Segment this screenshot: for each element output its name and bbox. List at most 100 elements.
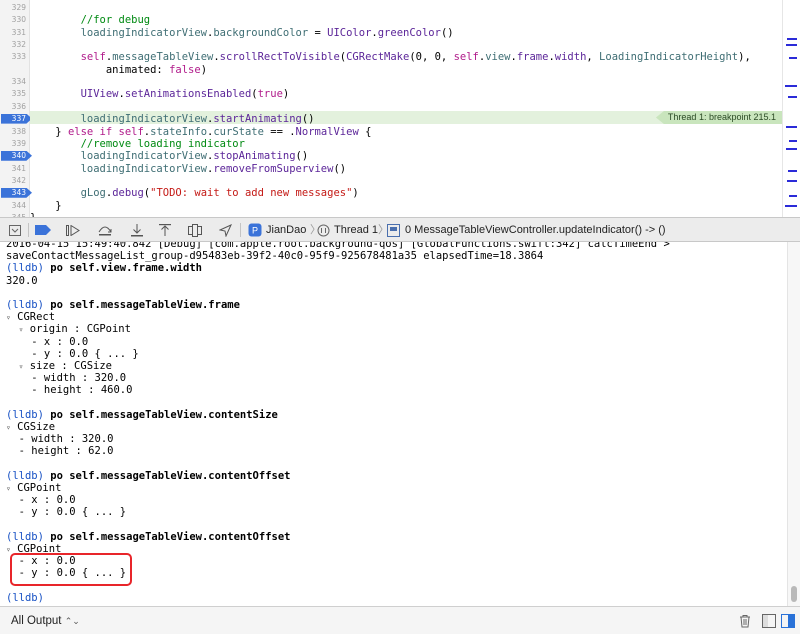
console-line: saveContactMessageList_group-d95483eb-39…	[6, 250, 543, 262]
console-line: ▿ CGPoint	[6, 482, 61, 494]
split-right-icon	[781, 613, 795, 628]
show-console-view-button[interactable]	[780, 612, 796, 629]
code-area[interactable]: //for debug loadingIndicatorView.backgro…	[30, 0, 782, 217]
code-editor[interactable]: 329 330 331 332 333 334 335 336 337 338 339 340 341 3…	[0, 0, 800, 217]
console-output-text: - y : 0.0 { ... }	[6, 506, 127, 519]
lldb-command: po self.messageTableView.contentOffset	[43, 530, 291, 543]
updown-chevron-icon: ⌃⌄	[64, 616, 80, 626]
app-target-icon-wrap: P	[246, 221, 264, 239]
line-number[interactable]: 334	[0, 76, 26, 88]
line-number[interactable]: 330	[0, 14, 26, 26]
line-number[interactable]: 342	[0, 175, 26, 187]
code-line[interactable]: //for debug	[30, 14, 782, 26]
console-output-text: - x : 0.0	[6, 494, 76, 507]
code-token: {	[358, 125, 372, 138]
code-token: }	[30, 199, 62, 212]
code-token: view	[485, 51, 511, 64]
continue-button[interactable]	[64, 221, 82, 239]
line-number[interactable]: 337	[0, 113, 26, 125]
code-line[interactable]: }	[30, 200, 782, 212]
breadcrumb-app[interactable]: JianDao	[266, 222, 306, 238]
hide-debug-area-button[interactable]	[6, 221, 24, 239]
code-token: width	[554, 51, 587, 64]
step-out-button[interactable]	[156, 221, 174, 239]
line-number[interactable]: 343	[0, 187, 26, 199]
minimap-mark	[788, 170, 797, 172]
simulate-location-button[interactable]	[216, 221, 234, 239]
code-line[interactable]	[30, 76, 782, 88]
line-number[interactable]: 338	[0, 126, 26, 138]
code-token: )	[352, 187, 359, 200]
toolbar-separator	[28, 223, 29, 237]
debug-console[interactable]: 2016-04-15 15:49:40.842 [Debug] [com.app…	[0, 242, 785, 606]
code-line[interactable]: } else if self.stateInfo.curState == .No…	[30, 126, 782, 138]
code-token: CGRectMake	[346, 51, 410, 64]
breakpoints-toggle-button[interactable]	[34, 221, 52, 239]
code-token: scrollRectToVisible	[219, 51, 340, 64]
line-number[interactable]: 340	[0, 150, 26, 162]
code-token: ,	[586, 51, 600, 64]
code-line[interactable]	[30, 39, 782, 51]
code-token: loadingIndicatorView	[30, 150, 208, 163]
step-into-button[interactable]	[128, 221, 146, 239]
line-number[interactable]: 332	[0, 39, 26, 51]
code-token: UIView	[30, 88, 119, 101]
code-token: stateInfo	[150, 125, 208, 138]
code-line[interactable]	[30, 101, 782, 113]
tree-node-label: CGSize	[10, 421, 56, 433]
code-line[interactable]: loadingIndicatorView.removeFromSuperview…	[30, 163, 782, 175]
code-line[interactable]: loadingIndicatorView.backgroundColor = U…	[30, 27, 782, 39]
code-line[interactable]: loadingIndicatorView.stopAnimating()	[30, 150, 782, 162]
editor-overview-ruler[interactable]	[782, 0, 800, 217]
code-token: else if self	[67, 125, 144, 138]
step-over-button[interactable]	[96, 221, 114, 239]
console-vertical-scrollbar[interactable]	[787, 242, 800, 606]
code-token: stopAnimating	[213, 150, 296, 163]
lldb-prompt: (lldb)	[6, 408, 44, 421]
code-token: frame	[516, 51, 549, 64]
code-token: )	[282, 88, 290, 101]
show-variables-view-button[interactable]	[761, 612, 777, 629]
line-number[interactable]: 333	[0, 51, 26, 63]
line-number[interactable]: 335	[0, 88, 26, 100]
code-line[interactable]: animated: false)	[30, 64, 782, 76]
code-line[interactable]: self.messageTableView.scrollRectToVisibl…	[30, 51, 782, 63]
output-filter-select[interactable]: All Output ⌃⌄	[11, 614, 80, 628]
debug-bar: P JianDao 〉 Thread 1 〉 0 MessageTableVie…	[0, 217, 800, 242]
code-token: removeFromSuperview	[213, 162, 334, 175]
code-token: //for debug	[30, 14, 151, 27]
console-line[interactable]: (lldb)	[6, 592, 44, 604]
code-line[interactable]	[30, 2, 782, 14]
line-number[interactable]: 336	[0, 101, 26, 113]
clear-console-button[interactable]	[737, 612, 753, 629]
line-number[interactable]: 329	[0, 2, 26, 14]
code-line[interactable]: gLog.debug("TODO: wait to add new messag…	[30, 187, 782, 199]
tree-node-label: size : CGSize	[23, 360, 112, 372]
lldb-prompt: (lldb)	[6, 299, 44, 311]
lldb-command: po self.messageTableView.contentOffset	[43, 469, 291, 482]
console-output-text: - height : 460.0	[6, 384, 133, 397]
line-number[interactable]: 341	[0, 163, 26, 175]
scrollbar-thumb[interactable]	[791, 586, 797, 602]
code-line[interactable]: //remove loading indicator	[30, 138, 782, 150]
line-number[interactable]: 339	[0, 138, 26, 150]
line-number-gutter[interactable]: 329 330 331 332 333 334 335 336 337 338 339 340 341 3…	[0, 0, 32, 217]
console-line: - width : 320.0	[6, 433, 114, 445]
tree-node-label: origin : CGPoint	[23, 323, 131, 336]
code-token: animated:	[30, 63, 170, 76]
line-number[interactable]: 344	[0, 200, 26, 212]
output-filter-label: All Output	[11, 615, 62, 627]
code-line[interactable]	[30, 175, 782, 187]
console-line: - height : 460.0	[6, 384, 132, 396]
line-number[interactable]: 331	[0, 27, 26, 39]
thread-icon	[317, 224, 329, 236]
code-token: //remove loading indicator	[30, 137, 245, 150]
toolbar-separator	[240, 223, 241, 237]
breadcrumb-thread[interactable]: Thread 1	[334, 222, 378, 238]
view-hierarchy-button[interactable]	[186, 221, 204, 239]
code-token: loadingIndicatorView	[30, 113, 208, 126]
code-line[interactable]: UIView.setAnimationsEnabled(true)	[30, 88, 782, 100]
console-output-text: - width : 320.0	[6, 372, 127, 385]
breadcrumb-frame[interactable]: 0 MessageTableViewController.updateIndic…	[405, 222, 666, 238]
